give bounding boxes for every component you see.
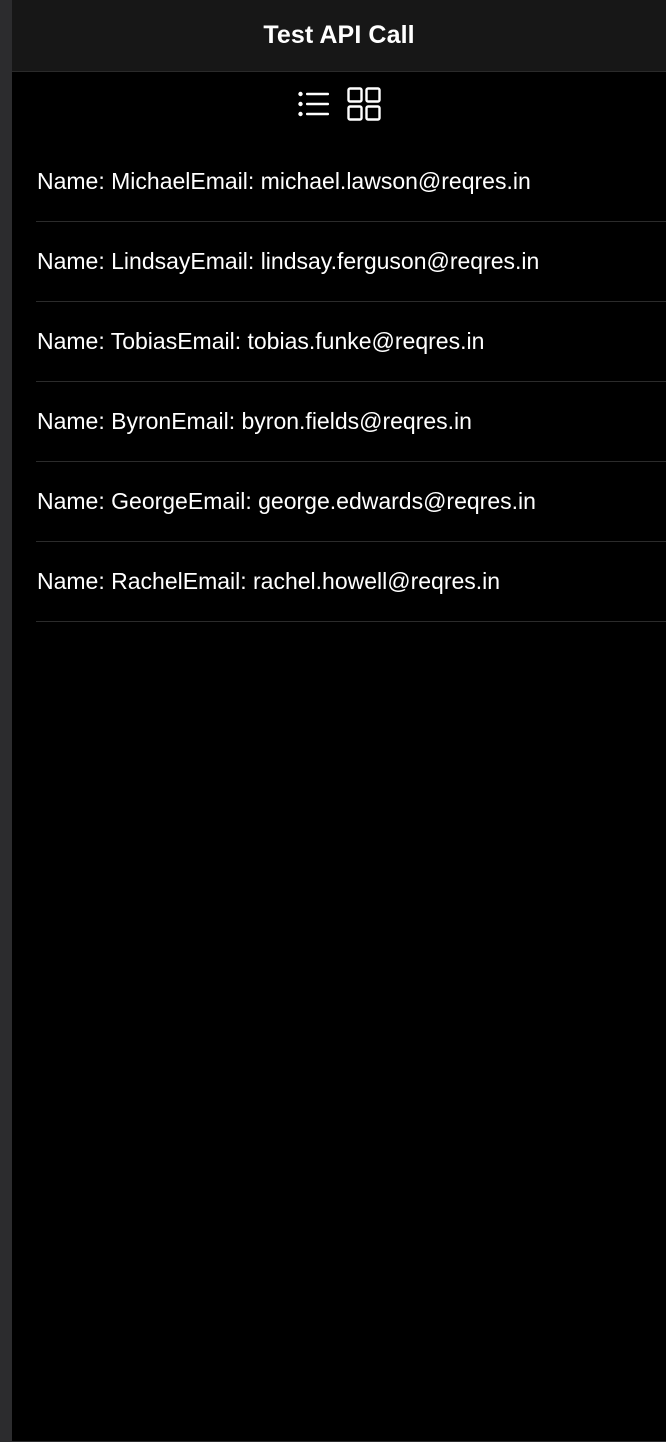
navigation-bar: Test API Call — [12, 0, 666, 72]
user-label: Name: LindsayEmail: lindsay.ferguson@req… — [37, 248, 540, 274]
user-label: Name: ByronEmail: byron.fields@reqres.in — [37, 408, 472, 434]
user-label: Name: GeorgeEmail: george.edwards@reqres… — [37, 488, 536, 514]
list-item[interactable]: Name: RachelEmail: rachel.howell@reqres.… — [36, 542, 666, 622]
view-mode-toggle — [12, 84, 666, 124]
user-label: Name: TobiasEmail: tobias.funke@reqres.i… — [37, 328, 485, 354]
list-item[interactable]: Name: MichaelEmail: michael.lawson@reqre… — [36, 142, 666, 222]
list-item[interactable]: Name: ByronEmail: byron.fields@reqres.in — [36, 382, 666, 462]
app-screen: Test API Call Name: MichaelEmail: michae… — [12, 0, 666, 1441]
user-list: Name: MichaelEmail: michael.lawson@reqre… — [36, 142, 666, 622]
list-item[interactable]: Name: TobiasEmail: tobias.funke@reqres.i… — [36, 302, 666, 382]
page-title: Test API Call — [263, 21, 415, 49]
list-item[interactable]: Name: LindsayEmail: lindsay.ferguson@req… — [36, 222, 666, 302]
grid-icon — [347, 87, 381, 121]
grid-view-button[interactable] — [346, 86, 382, 122]
list-item[interactable]: Name: GeorgeEmail: george.edwards@reqres… — [36, 462, 666, 542]
user-label: Name: MichaelEmail: michael.lawson@reqre… — [37, 168, 531, 194]
list-view-button[interactable] — [296, 86, 332, 122]
user-label: Name: RachelEmail: rachel.howell@reqres.… — [37, 568, 501, 594]
list-icon — [298, 91, 329, 117]
